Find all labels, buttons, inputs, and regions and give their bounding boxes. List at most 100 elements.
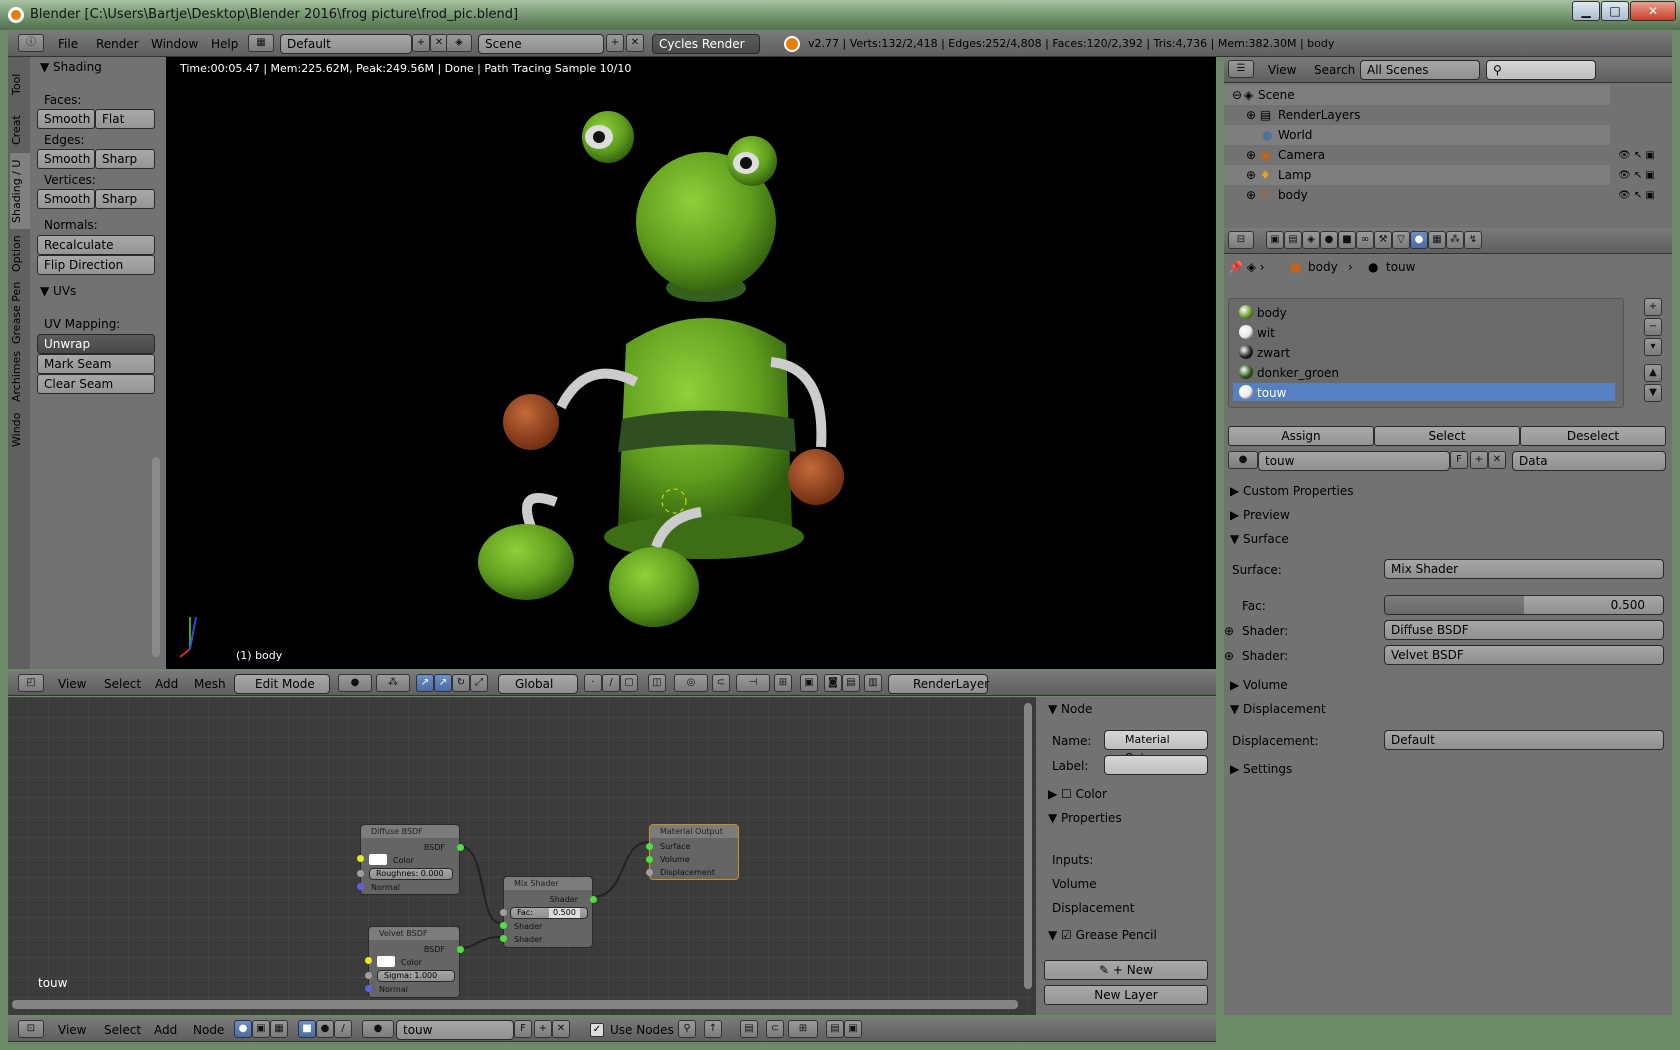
properties-editor-icon[interactable]: ⊟ (1228, 231, 1254, 249)
outliner-display-select[interactable]: All Scenes (1360, 60, 1480, 80)
backdrop-icon[interactable]: ▤ (740, 1020, 758, 1038)
translate-icon[interactable]: ↗ (434, 674, 452, 692)
deselect-button[interactable]: Deselect (1520, 426, 1666, 446)
outliner-item-body[interactable]: body (1278, 188, 1308, 202)
linestyle-shader-icon[interactable]: / (334, 1020, 352, 1038)
remove-scene-icon[interactable]: ✕ (626, 34, 644, 52)
render-animation-icon[interactable]: ▤ (842, 674, 860, 692)
lamp-visibility-icon[interactable]: 👁 ↖ ▣ (1618, 170, 1655, 181)
copy-nodes-icon[interactable]: ▤ (826, 1020, 844, 1038)
flip-direction-button[interactable]: Flip Direction (37, 255, 155, 275)
compositing-nodes-icon[interactable]: ▣ (252, 1020, 270, 1038)
render-tab-icon[interactable]: ▣ (1266, 231, 1284, 249)
screen-layout-field[interactable]: Default (280, 34, 412, 54)
material-slot-wit[interactable]: wit (1257, 326, 1275, 340)
outliner-item-world[interactable]: World (1278, 128, 1312, 142)
diffuse-roughness-socket[interactable] (357, 870, 364, 877)
new-material-icon[interactable]: + (1470, 451, 1488, 469)
proportional-editing-icon[interactable]: ◎ (674, 674, 708, 692)
mix-fac-socket[interactable] (500, 909, 507, 916)
data-tab-icon[interactable]: ▽ (1392, 231, 1410, 249)
diffuse-bsdf-socket[interactable] (457, 844, 464, 851)
world-tab-icon[interactable]: ● (1320, 231, 1338, 249)
properties-panel-header[interactable]: ▼ Properties (1048, 811, 1122, 825)
maximize-button[interactable]: □ (1601, 1, 1629, 21)
tab-options[interactable]: Option (10, 229, 30, 279)
velvet-sigma-field[interactable]: Sigma: 1.000 (377, 970, 455, 982)
node-menu-add[interactable]: Add (154, 1023, 177, 1037)
add-scene-icon[interactable]: + (606, 34, 624, 52)
fac-slider[interactable]: 0.500 (1384, 595, 1664, 615)
node-snap-icon[interactable]: ⊂ (766, 1020, 784, 1038)
outliner-menu-search[interactable]: Search (1314, 63, 1355, 77)
menu-render[interactable]: Render (96, 37, 139, 51)
velvet-normal-socket[interactable] (365, 985, 372, 992)
tab-archimesh[interactable]: Archimes (10, 347, 30, 405)
viewport-shading-icon[interactable]: ● (338, 674, 372, 692)
render-layer-field[interactable]: RenderLayer (888, 674, 989, 694)
mix-shader2-socket[interactable] (500, 935, 507, 942)
orientation-select[interactable]: Global (498, 674, 578, 694)
material-slots-list[interactable]: body wit zwart donker_groen touw (1228, 298, 1624, 408)
mode-select[interactable]: Edit Mode (234, 674, 330, 694)
viewport-menu-view[interactable]: View (58, 677, 86, 691)
manipulator-icon[interactable]: ↗ (416, 674, 434, 692)
unlink-material-icon[interactable]: ✕ (552, 1020, 570, 1038)
add-layout-icon[interactable]: + (412, 34, 430, 52)
faces-smooth-button[interactable]: Smooth (37, 109, 95, 129)
add-material-slot-icon[interactable]: + (1644, 298, 1662, 316)
velvet-bsdf-socket[interactable] (457, 946, 464, 953)
edges-smooth-button[interactable]: Smooth (37, 149, 95, 169)
outliner-editor-icon[interactable]: ☰ (1228, 60, 1254, 78)
breadcrumb-pin-icon[interactable]: 📌 ◈ › (1228, 260, 1265, 274)
texture-tab-icon[interactable]: ▦ (1428, 231, 1446, 249)
velvet-sigma-socket[interactable] (365, 972, 372, 979)
menu-help[interactable]: Help (211, 37, 238, 51)
material-specials-icon[interactable]: ▾ (1644, 338, 1662, 356)
editor-type-icon[interactable]: ⓘ (18, 34, 44, 52)
material-slot-touw[interactable]: touw (1257, 386, 1286, 400)
close-button[interactable]: ✕ (1630, 1, 1676, 21)
settings-header[interactable]: ▶ Settings (1230, 762, 1292, 776)
output-displacement-socket[interactable] (646, 869, 653, 876)
tab-grease-pencil[interactable]: Grease Pen (10, 279, 30, 347)
node-snap-element-icon[interactable]: ⊞ (788, 1020, 818, 1038)
snap-element-icon[interactable]: ⊣ (736, 674, 770, 692)
shader2-select[interactable]: Velvet BSDF (1384, 645, 1664, 665)
outliner-item-scene[interactable]: Scene (1258, 88, 1295, 102)
material-link-select[interactable]: Data (1512, 451, 1666, 471)
diffuse-normal-socket[interactable] (357, 883, 364, 890)
object-tab-icon[interactable]: ■ (1338, 231, 1356, 249)
pivot-point-icon[interactable]: ⁂ (376, 674, 410, 692)
unlink-material-slot-icon[interactable]: ✕ (1488, 451, 1506, 469)
viewport-menu-select[interactable]: Select (104, 677, 141, 691)
outliner-search-input[interactable]: ⚲ (1486, 60, 1596, 80)
select-vertex-icon[interactable]: · (584, 674, 602, 692)
breadcrumb-object[interactable]: body (1308, 260, 1338, 274)
grease-pencil-panel-header[interactable]: ▼ ☑ Grease Pencil (1048, 928, 1157, 942)
uvs-panel-header[interactable]: ▼ UVs (40, 284, 76, 298)
minimize-button[interactable]: ▁ (1572, 1, 1600, 21)
diffuse-color-socket[interactable] (357, 855, 364, 862)
add-material-icon[interactable]: + (534, 1020, 552, 1038)
mix-shader-out-socket[interactable] (590, 896, 597, 903)
node-label-field[interactable] (1104, 755, 1208, 775)
scene-tab-icon[interactable]: ◈ (1302, 231, 1320, 249)
node-editor-hscrollbar[interactable] (12, 1000, 1018, 1009)
select-face-icon[interactable]: ▢ (620, 674, 638, 692)
outliner-item-lamp[interactable]: Lamp (1278, 168, 1311, 182)
scale-icon[interactable]: ⤢ (470, 674, 488, 692)
layers-icon[interactable]: ▥ (864, 674, 882, 692)
viewport-menu-mesh[interactable]: Mesh (194, 677, 226, 691)
clear-seam-button[interactable]: Clear Seam (37, 374, 155, 394)
custom-properties-header[interactable]: ▶ Custom Properties (1230, 484, 1353, 498)
node-menu-node[interactable]: Node (193, 1023, 224, 1037)
material-name-field[interactable]: touw (1258, 451, 1450, 471)
recalculate-button[interactable]: Recalculate (37, 235, 155, 255)
node-velvet-bsdf[interactable]: Velvet BSDF BSDF Color Sigma: 1.000 Norm… (365, 926, 464, 998)
faces-flat-button[interactable]: Flat (95, 109, 155, 129)
scene-field[interactable]: Scene (478, 34, 604, 54)
node-editor-type-icon[interactable]: ⊡ (18, 1020, 44, 1038)
scene-icon[interactable]: ◈ (446, 34, 472, 52)
vertices-sharp-button[interactable]: Sharp (95, 189, 155, 209)
